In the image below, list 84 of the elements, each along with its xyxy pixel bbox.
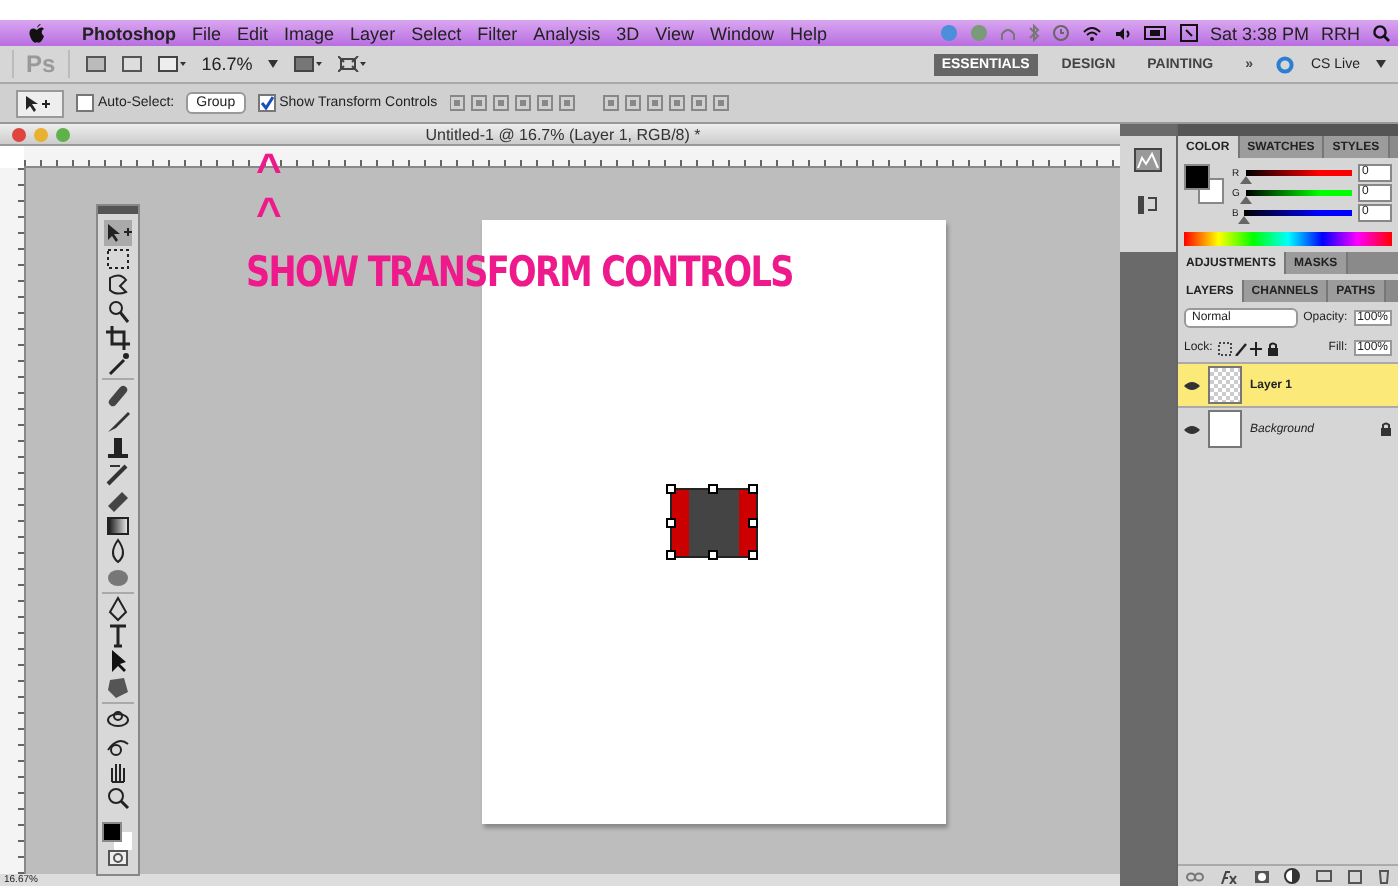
- healing-brush-icon[interactable]: [104, 382, 132, 408]
- user-name[interactable]: RRH: [1321, 23, 1360, 43]
- bridge-icon[interactable]: [85, 56, 106, 72]
- menu-item[interactable]: Filter: [477, 23, 518, 43]
- clock-icon[interactable]: [1051, 24, 1070, 42]
- lasso-tool-icon[interactable]: [104, 272, 132, 298]
- quick-selection-tool-icon[interactable]: [104, 298, 132, 324]
- brush-tool-icon[interactable]: [104, 408, 132, 434]
- folder-icon[interactable]: [1316, 870, 1333, 882]
- menu-item[interactable]: File: [192, 23, 222, 43]
- show-transform-checkbox[interactable]: [257, 94, 276, 112]
- shape-tool-icon[interactable]: [104, 674, 132, 700]
- stamp-tool-icon[interactable]: [104, 434, 132, 460]
- transform-handle[interactable]: [708, 484, 718, 494]
- annotation-caret: ^: [254, 192, 282, 236]
- arrange-documents-icon[interactable]: [294, 56, 323, 72]
- transform-handle[interactable]: [666, 550, 676, 560]
- gradient-tool-icon[interactable]: [104, 512, 132, 538]
- mini-bridge-icon[interactable]: [121, 56, 142, 72]
- view-extras-icon[interactable]: [157, 56, 186, 72]
- menu-clock[interactable]: Sat 3:38 PM: [1209, 23, 1309, 43]
- annotation-caret: ^: [254, 148, 282, 192]
- link-layers-icon[interactable]: [1185, 871, 1204, 881]
- screen-mode-icon[interactable]: [338, 56, 367, 72]
- move-tool-icon[interactable]: [104, 220, 132, 246]
- app-logo: Ps: [12, 50, 70, 78]
- caret-icon[interactable]: [1376, 60, 1386, 68]
- color-swatches-icon[interactable]: [102, 818, 134, 850]
- menu-item[interactable]: Analysis: [533, 23, 601, 43]
- apple-icon[interactable]: [28, 23, 46, 43]
- tool-preset-picker[interactable]: [16, 89, 64, 117]
- menu-item[interactable]: Help: [789, 23, 827, 43]
- transform-handle[interactable]: [666, 484, 676, 494]
- eraser-tool-icon[interactable]: [104, 486, 132, 512]
- color-spectrum[interactable]: [1184, 232, 1392, 246]
- quick-mask-icon[interactable]: [108, 850, 128, 866]
- new-layer-icon[interactable]: [1348, 869, 1363, 883]
- volume-icon[interactable]: [1113, 25, 1132, 41]
- brush-panel-icon[interactable]: [1136, 192, 1160, 216]
- adjustment-layer-icon[interactable]: [1284, 868, 1301, 884]
- menu-item[interactable]: Layer: [350, 23, 396, 43]
- transform-handle[interactable]: [748, 484, 758, 494]
- crop-tool-icon[interactable]: [104, 324, 132, 350]
- menu-item[interactable]: Edit: [237, 23, 269, 43]
- move-tool-icon: [24, 93, 56, 113]
- menu-item[interactable]: Image: [284, 23, 335, 43]
- visibility-eye-icon[interactable]: [1184, 423, 1200, 435]
- transform-handle[interactable]: [708, 550, 718, 560]
- battery-icon[interactable]: [1143, 26, 1168, 40]
- marquee-tool-icon[interactable]: [104, 246, 132, 272]
- menu-item[interactable]: Window: [709, 23, 774, 43]
- search-icon[interactable]: [1372, 24, 1390, 42]
- history-brush-icon[interactable]: [104, 460, 132, 486]
- caret-icon[interactable]: [268, 60, 279, 68]
- transform-handle[interactable]: [666, 518, 676, 528]
- layer-thumbnail: [1208, 366, 1242, 404]
- effects-icon[interactable]: [1219, 869, 1238, 883]
- menu-item[interactable]: 3D: [616, 23, 640, 43]
- layer-mask-icon[interactable]: [1253, 869, 1270, 883]
- lock-buttons-icon[interactable]: [1218, 341, 1279, 355]
- transform-handle[interactable]: [748, 518, 758, 528]
- display-icon[interactable]: [1179, 24, 1198, 42]
- auto-select-checkbox[interactable]: [76, 94, 94, 112]
- menu-item[interactable]: Select: [411, 23, 462, 43]
- menu-item[interactable]: View: [655, 23, 694, 43]
- rotate-3d-icon[interactable]: [104, 706, 132, 732]
- visibility-eye-icon[interactable]: [1184, 379, 1200, 391]
- transform-handle[interactable]: [748, 550, 758, 560]
- trash-icon[interactable]: [1377, 868, 1390, 884]
- annotation-text: SHOW TRANSFORM CONTROLS: [246, 248, 793, 296]
- histogram-panel-icon[interactable]: [1134, 148, 1162, 172]
- pen-tool-icon[interactable]: [104, 596, 132, 622]
- eyedropper-tool-icon[interactable]: [104, 350, 132, 376]
- close-button[interactable]: [12, 127, 26, 141]
- zoom-level-menu[interactable]: 16.7%: [201, 54, 253, 74]
- photo-placeholder[interactable]: [672, 490, 756, 556]
- cs-live-icon[interactable]: [1276, 55, 1295, 73]
- layer-thumbnail: [1208, 410, 1242, 448]
- app-menu[interactable]: Photoshop: [82, 23, 176, 43]
- type-tool-icon[interactable]: [104, 622, 132, 648]
- wifi-icon[interactable]: [1081, 25, 1102, 41]
- color-swatches-icon[interactable]: [1184, 164, 1224, 204]
- document-title: Untitled-1 @ 16.7% (Layer 1, RGB/8) *: [423, 125, 703, 143]
- zoom-tool-icon[interactable]: [104, 784, 132, 810]
